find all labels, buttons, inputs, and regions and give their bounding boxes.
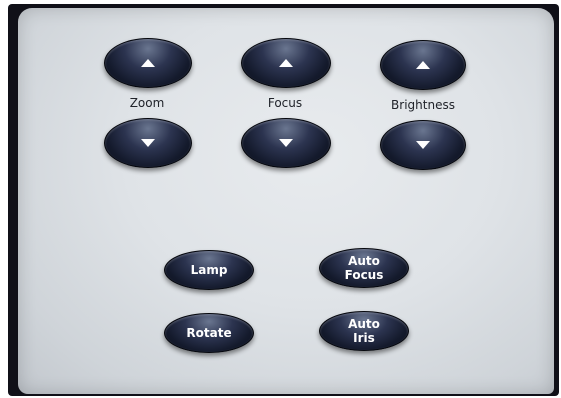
arrow-up-icon bbox=[141, 59, 155, 67]
zoom-label: Zoom bbox=[129, 96, 165, 110]
rotate-button[interactable]: Rotate bbox=[164, 313, 254, 353]
focus-label: Focus bbox=[267, 96, 303, 110]
brightness-up-button[interactable] bbox=[380, 40, 466, 90]
arrow-up-icon bbox=[416, 61, 430, 69]
arrow-up-icon bbox=[279, 59, 293, 67]
rotate-button-label: Rotate bbox=[186, 326, 232, 340]
auto-iris-button[interactable]: Auto Iris bbox=[319, 311, 409, 351]
auto-focus-line1: Auto bbox=[348, 254, 380, 268]
control-panel-screen: Zoom Focus Brightness Lamp Auto Focus Ro… bbox=[18, 8, 554, 394]
auto-iris-line1: Auto bbox=[348, 317, 380, 331]
arrow-down-icon bbox=[141, 139, 155, 147]
lamp-button[interactable]: Lamp bbox=[164, 250, 254, 290]
zoom-up-button[interactable] bbox=[104, 38, 192, 88]
focus-down-button[interactable] bbox=[241, 118, 331, 168]
auto-iris-button-label: Auto Iris bbox=[348, 317, 380, 345]
focus-up-button[interactable] bbox=[241, 38, 331, 88]
zoom-down-button[interactable] bbox=[104, 118, 192, 168]
lamp-button-label: Lamp bbox=[190, 263, 228, 277]
brightness-label: Brightness bbox=[391, 98, 455, 112]
auto-focus-button[interactable]: Auto Focus bbox=[319, 248, 409, 288]
arrow-down-icon bbox=[279, 139, 293, 147]
auto-iris-line2: Iris bbox=[353, 331, 375, 345]
auto-focus-line2: Focus bbox=[344, 268, 384, 282]
brightness-down-button[interactable] bbox=[380, 120, 466, 170]
auto-focus-button-label: Auto Focus bbox=[345, 254, 384, 282]
arrow-down-icon bbox=[416, 141, 430, 149]
